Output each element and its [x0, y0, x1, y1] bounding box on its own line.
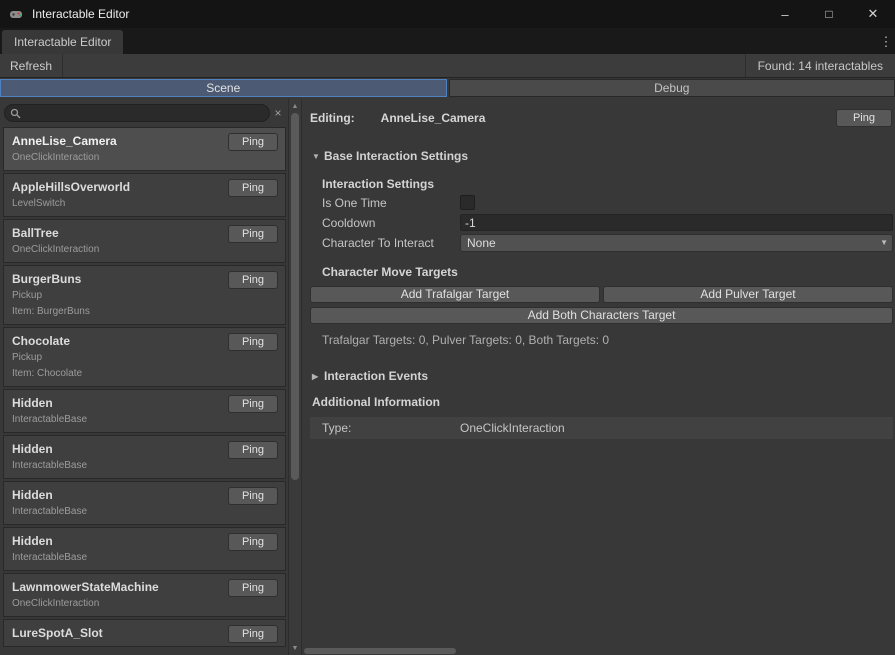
- character-to-interact-row: Character To Interact None ▼: [322, 233, 893, 252]
- list-item[interactable]: AnneLise_Camera Ping OneClickInteraction: [3, 127, 286, 171]
- list-item-subtitle: Item: Chocolate: [12, 368, 277, 380]
- editor-tab-strip: Interactable Editor ⋮: [0, 28, 895, 54]
- close-icon[interactable]: ✕: [851, 0, 895, 28]
- scrollbar-thumb[interactable]: [291, 113, 299, 480]
- tab-menu-icon[interactable]: ⋮: [877, 30, 895, 54]
- vertical-scrollbar[interactable]: ▲ ▼: [288, 99, 302, 655]
- interaction-events-foldout[interactable]: ▶ Interaction Events: [312, 368, 893, 384]
- scroll-down-icon[interactable]: ▼: [289, 642, 301, 654]
- is-one-time-label: Is One Time: [322, 196, 460, 210]
- is-one-time-row: Is One Time: [322, 193, 893, 212]
- list-item-subtitle: OneClickInteraction: [12, 598, 277, 610]
- add-pulver-target-button[interactable]: Add Pulver Target: [603, 286, 893, 303]
- editing-value: AnneLise_Camera: [381, 111, 486, 125]
- type-label: Type:: [322, 421, 460, 435]
- type-value: OneClickInteraction: [460, 421, 565, 435]
- base-settings-foldout[interactable]: ▼ Base Interaction Settings: [312, 148, 893, 164]
- list-item[interactable]: AppleHillsOverworld Ping LevelSwitch: [3, 173, 286, 217]
- add-both-characters-target-button[interactable]: Add Both Characters Target: [310, 307, 893, 324]
- list-item-subtitle: Item: BurgerBuns: [12, 306, 277, 318]
- ping-button[interactable]: Ping: [228, 579, 278, 597]
- list-item-subtitle: OneClickInteraction: [12, 244, 277, 256]
- ping-button[interactable]: Ping: [228, 179, 278, 197]
- list-item[interactable]: BurgerBuns Ping PickupItem: BurgerBuns: [3, 265, 286, 325]
- list-item-subtitle: InteractableBase: [12, 552, 277, 564]
- add-trafalgar-target-button[interactable]: Add Trafalgar Target: [310, 286, 600, 303]
- minimize-icon[interactable]: –: [763, 0, 807, 28]
- list-item[interactable]: Hidden Ping InteractableBase: [3, 389, 286, 433]
- interaction-settings-header: Interaction Settings: [322, 177, 893, 192]
- cooldown-input[interactable]: [460, 214, 893, 231]
- view-tab-bar: Scene Debug: [0, 78, 895, 99]
- list-item[interactable]: Hidden Ping InteractableBase: [3, 527, 286, 571]
- character-to-interact-value: None: [467, 236, 496, 250]
- both-target-button-row: Add Both Characters Target: [310, 307, 893, 324]
- list-item-subtitle: InteractableBase: [12, 414, 277, 426]
- search-input[interactable]: [21, 106, 269, 120]
- list-item-subtitle: OneClickInteraction: [12, 152, 277, 164]
- ping-button[interactable]: Ping: [228, 533, 278, 551]
- ping-button[interactable]: Ping: [228, 333, 278, 351]
- refresh-button[interactable]: Refresh: [0, 54, 63, 77]
- search-icon: [10, 108, 21, 119]
- foldout-open-icon: ▼: [312, 152, 324, 161]
- tab-scene[interactable]: Scene: [0, 79, 447, 97]
- ping-button[interactable]: Ping: [228, 487, 278, 505]
- titlebar: Interactable Editor – □ ✕: [0, 0, 895, 28]
- interactable-editor-window: Interactable Editor – □ ✕ Interactable E…: [0, 0, 895, 655]
- cooldown-row: Cooldown: [322, 213, 893, 232]
- main-content: × AnneLise_Camera Ping OneClickInteracti…: [0, 99, 895, 655]
- maximize-icon[interactable]: □: [807, 0, 851, 28]
- target-buttons-row: Add Trafalgar Target Add Pulver Target: [310, 286, 893, 303]
- ping-button[interactable]: Ping: [228, 225, 278, 243]
- tab-interactable-editor[interactable]: Interactable Editor: [2, 30, 123, 54]
- editing-label: Editing:: [310, 111, 355, 125]
- list-item[interactable]: Hidden Ping InteractableBase: [3, 481, 286, 525]
- ping-button[interactable]: Ping: [228, 441, 278, 459]
- found-count-label: Found: 14 interactables: [745, 54, 895, 77]
- window-title: Interactable Editor: [32, 7, 129, 21]
- inspector-ping-button[interactable]: Ping: [836, 109, 892, 127]
- horizontal-scrollbar[interactable]: [302, 647, 895, 655]
- search-row: ×: [0, 99, 288, 127]
- chevron-down-icon: ▼: [880, 238, 888, 247]
- character-to-interact-label: Character To Interact: [322, 236, 460, 250]
- additional-info-header: Additional Information: [312, 395, 893, 410]
- cooldown-label: Cooldown: [322, 216, 460, 230]
- list-item[interactable]: Hidden Ping InteractableBase: [3, 435, 286, 479]
- search-clear-icon[interactable]: ×: [270, 104, 286, 122]
- toolbar: Refresh Found: 14 interactables: [0, 54, 895, 78]
- inspector-panel: Editing: AnneLise_Camera Ping ▼ Base Int…: [302, 99, 895, 655]
- sidebar: × AnneLise_Camera Ping OneClickInteracti…: [0, 99, 288, 655]
- list-item[interactable]: LureSpotA_Slot Ping: [3, 619, 286, 647]
- list-item-subtitle: InteractableBase: [12, 460, 277, 472]
- list-item-subtitle: InteractableBase: [12, 506, 277, 518]
- type-row: Type: OneClickInteraction: [310, 417, 893, 439]
- search-field[interactable]: [4, 104, 270, 122]
- horizontal-scrollbar-thumb[interactable]: [304, 648, 456, 654]
- list-item[interactable]: BallTree Ping OneClickInteraction: [3, 219, 286, 263]
- list-item-subtitle: Pickup: [12, 290, 277, 302]
- tab-debug[interactable]: Debug: [449, 79, 895, 97]
- is-one-time-checkbox[interactable]: [460, 195, 475, 210]
- ping-button[interactable]: Ping: [228, 133, 278, 151]
- move-targets-header: Character Move Targets: [322, 265, 893, 280]
- editing-header: Editing: AnneLise_Camera Ping: [310, 108, 893, 128]
- targets-summary: Trafalgar Targets: 0, Pulver Targets: 0,…: [322, 333, 893, 347]
- ping-button[interactable]: Ping: [228, 271, 278, 289]
- app-icon: [8, 6, 24, 22]
- scroll-up-icon[interactable]: ▲: [289, 100, 301, 112]
- list-item[interactable]: Chocolate Ping PickupItem: Chocolate: [3, 327, 286, 387]
- interactable-list: AnneLise_Camera Ping OneClickInteraction…: [0, 127, 288, 655]
- list-item-subtitle: Pickup: [12, 352, 277, 364]
- base-settings-foldout-label: Base Interaction Settings: [324, 149, 468, 163]
- ping-button[interactable]: Ping: [228, 625, 278, 643]
- list-item[interactable]: LawnmowerStateMachine Ping OneClickInter…: [3, 573, 286, 617]
- interaction-events-foldout-label: Interaction Events: [324, 369, 428, 383]
- ping-button[interactable]: Ping: [228, 395, 278, 413]
- character-to-interact-dropdown[interactable]: None ▼: [460, 234, 893, 252]
- list-item-subtitle: LevelSwitch: [12, 198, 277, 210]
- foldout-closed-icon: ▶: [312, 372, 324, 381]
